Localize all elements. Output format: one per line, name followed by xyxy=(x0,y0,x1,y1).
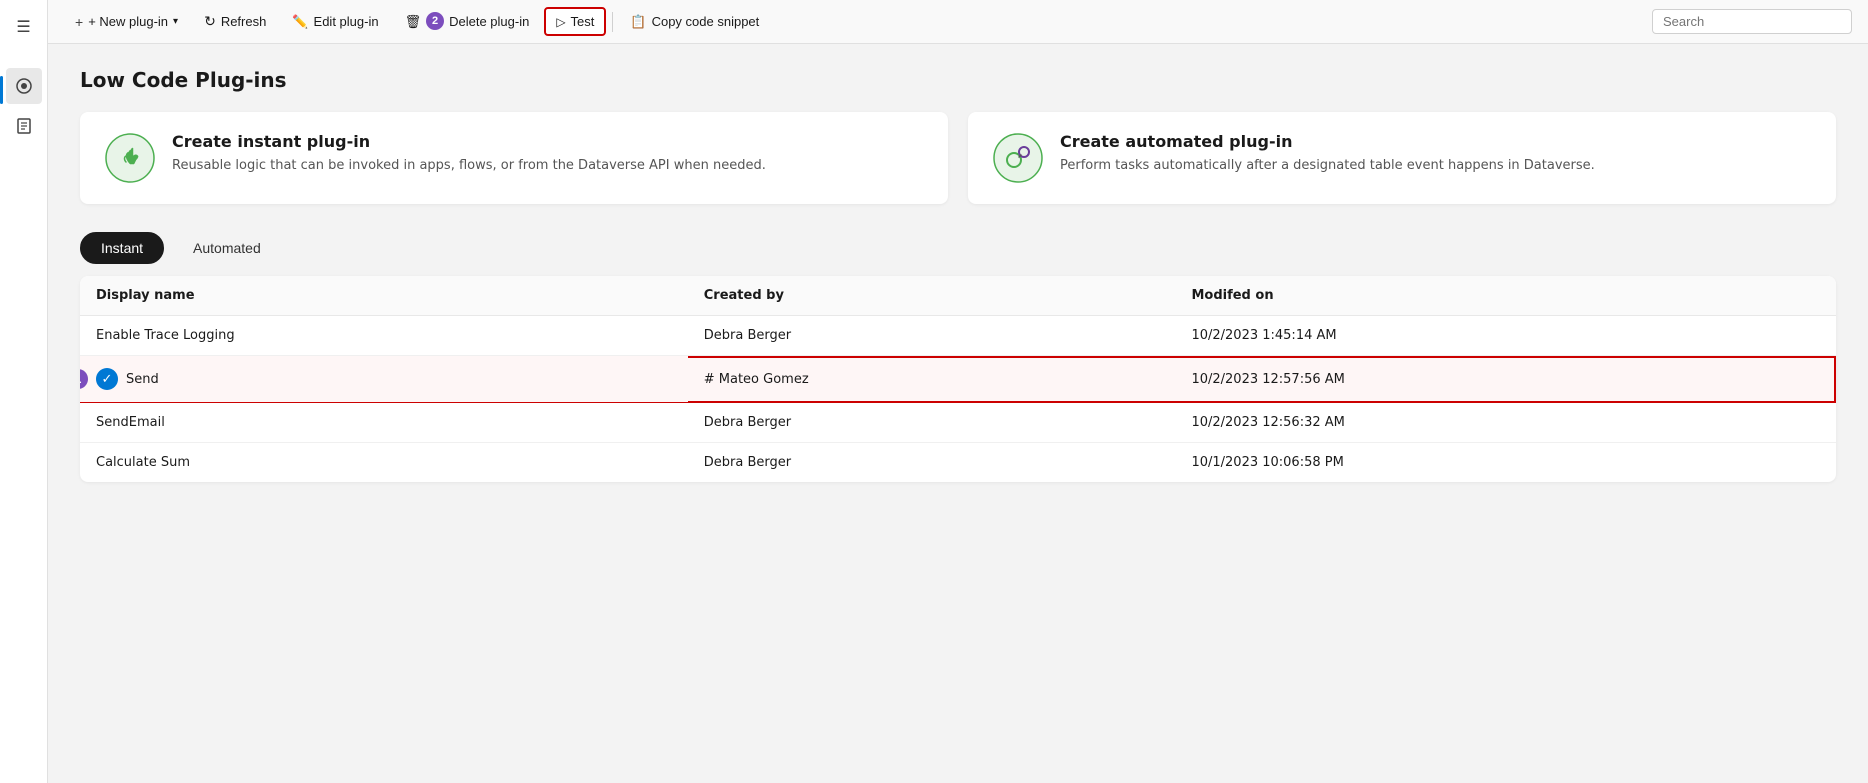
automated-card-text: Create automated plug-in Perform tasks a… xyxy=(1060,132,1595,175)
cell-display-name-selected: 1 ✓ Send xyxy=(80,356,688,403)
test-button[interactable]: ▷ Test xyxy=(544,7,606,36)
copy-icon: 📋 xyxy=(630,14,646,30)
table-header-row: Display name Created by Modifed on xyxy=(80,276,1836,316)
tabs-row: Instant Automated xyxy=(80,232,1836,264)
col-header-modified-on: Modifed on xyxy=(1175,276,1836,316)
table-row[interactable]: SendEmail Debra Berger 10/2/2023 12:56:3… xyxy=(80,403,1836,443)
new-plugin-button[interactable]: + + New plug-in ▾ xyxy=(64,8,189,36)
delete-icon: 🗑 xyxy=(405,14,422,30)
instant-card-icon xyxy=(104,132,156,184)
delete-plugin-button[interactable]: 🗑 2 Delete plug-in xyxy=(394,7,541,37)
cell-display-name: SendEmail xyxy=(80,403,688,443)
plugins-table: Display name Created by Modifed on Enabl… xyxy=(80,276,1836,482)
cell-display-name: Enable Trace Logging xyxy=(80,316,688,356)
cell-created-by: Debra Berger xyxy=(688,316,1176,356)
toolbar: + + New plug-in ▾ ↻ Refresh ✏️ Edit plug… xyxy=(48,0,1868,44)
edit-label: Edit plug-in xyxy=(314,14,379,29)
automated-card-icon xyxy=(992,132,1044,184)
instant-card-desc: Reusable logic that can be invoked in ap… xyxy=(172,157,766,175)
instant-plugin-card[interactable]: Create instant plug-in Reusable logic th… xyxy=(80,112,948,204)
refresh-label: Refresh xyxy=(221,14,267,29)
col-header-display-name: Display name xyxy=(80,276,688,316)
cards-row: Create instant plug-in Reusable logic th… xyxy=(80,112,1836,204)
automated-plugin-card[interactable]: Create automated plug-in Perform tasks a… xyxy=(968,112,1836,204)
delete-badge: 2 xyxy=(426,12,444,30)
col-header-created-by: Created by xyxy=(688,276,1176,316)
tab-automated[interactable]: Automated xyxy=(172,232,282,264)
cell-modified-on: 10/2/2023 1:45:14 AM xyxy=(1175,316,1836,356)
edit-plugin-button[interactable]: ✏️ Edit plug-in xyxy=(281,8,389,36)
row-number-badge: 1 xyxy=(80,369,88,389)
automated-card-title: Create automated plug-in xyxy=(1060,132,1595,151)
search-input[interactable] xyxy=(1652,9,1852,34)
cell-modified-on-selected: 10/2/2023 12:57:56 AM xyxy=(1175,356,1836,403)
check-icon: ✓ xyxy=(96,368,118,390)
delete-label: Delete plug-in xyxy=(449,14,529,29)
sidebar-accent xyxy=(0,76,3,104)
main-content: + + New plug-in ▾ ↻ Refresh ✏️ Edit plug… xyxy=(48,0,1868,783)
refresh-button[interactable]: ↻ Refresh xyxy=(193,7,277,36)
cell-created-by: Debra Berger xyxy=(688,443,1176,483)
table-row-selected[interactable]: 1 ✓ Send # Mateo Gomez 10/2/2023 12:57:5… xyxy=(80,356,1836,403)
plus-icon: + xyxy=(75,14,83,30)
tab-instant[interactable]: Instant xyxy=(80,232,164,264)
edit-icon: ✏️ xyxy=(292,14,308,30)
test-label: Test xyxy=(571,14,595,29)
cell-created-by-selected: # Mateo Gomez xyxy=(688,356,1176,403)
cell-modified-on: 10/2/2023 12:56:32 AM xyxy=(1175,403,1836,443)
table-container: Display name Created by Modifed on Enabl… xyxy=(80,276,1836,482)
menu-icon[interactable]: ☰ xyxy=(6,8,42,44)
toolbar-separator xyxy=(612,12,613,32)
selected-row-name: Send xyxy=(126,372,159,387)
cell-created-by: Debra Berger xyxy=(688,403,1176,443)
new-plugin-label: + New plug-in xyxy=(88,14,168,29)
automated-card-desc: Perform tasks automatically after a desi… xyxy=(1060,157,1595,175)
sidebar: ☰ xyxy=(0,0,48,783)
copy-label: Copy code snippet xyxy=(652,14,760,29)
table-row[interactable]: Enable Trace Logging Debra Berger 10/2/2… xyxy=(80,316,1836,356)
refresh-icon: ↻ xyxy=(204,13,216,30)
page-title: Low Code Plug-ins xyxy=(80,68,1836,92)
page-content: Low Code Plug-ins xyxy=(48,44,1868,783)
nav-icon-book[interactable] xyxy=(6,108,42,144)
cell-modified-on: 10/1/2023 10:06:58 PM xyxy=(1175,443,1836,483)
cell-display-name: Calculate Sum xyxy=(80,443,688,483)
instant-card-text: Create instant plug-in Reusable logic th… xyxy=(172,132,766,175)
play-icon: ▷ xyxy=(556,15,565,29)
nav-icon-plugins[interactable] xyxy=(6,68,42,104)
dropdown-icon: ▾ xyxy=(173,16,178,27)
copy-code-button[interactable]: 📋 Copy code snippet xyxy=(619,8,770,36)
table-row[interactable]: Calculate Sum Debra Berger 10/1/2023 10:… xyxy=(80,443,1836,483)
instant-card-title: Create instant plug-in xyxy=(172,132,766,151)
